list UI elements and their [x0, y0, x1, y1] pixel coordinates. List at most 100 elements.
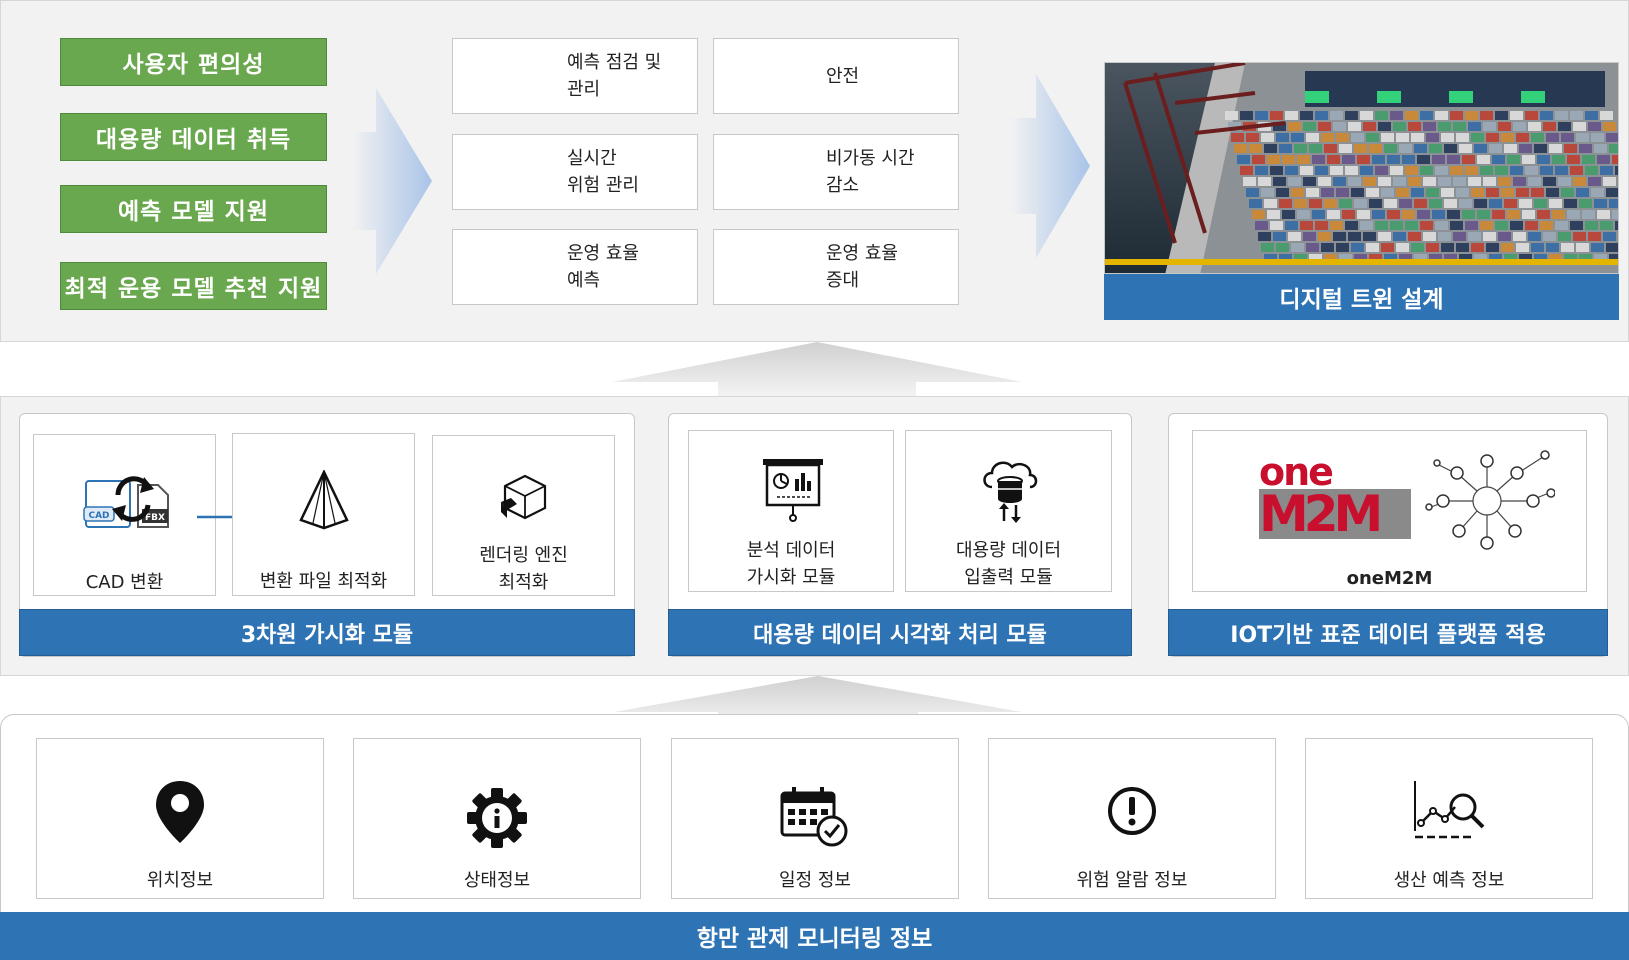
container-block [1510, 221, 1523, 230]
container-block [1366, 188, 1379, 197]
container-block [1552, 210, 1565, 219]
container-block [1348, 232, 1361, 241]
container-block [1255, 111, 1268, 120]
container-block [1285, 221, 1298, 230]
status-info-cell: 상태정보 [353, 738, 641, 899]
container-block [1576, 243, 1589, 252]
file-optimization-cell: 변환 파일 최적화 [232, 433, 415, 596]
container-block [1363, 177, 1376, 186]
container-block [1258, 177, 1271, 186]
container-block [1315, 111, 1328, 120]
schedule-info-cell: 일정 정보 [671, 738, 959, 899]
container-block [1345, 111, 1358, 120]
container-block [1591, 188, 1604, 197]
container-block [1363, 232, 1376, 241]
cloud-database-icon [983, 461, 1038, 523]
container-block [1405, 221, 1418, 230]
schedule-info-label: 일정 정보 [779, 870, 851, 891]
container-block [1336, 243, 1349, 252]
container-block [1288, 177, 1301, 186]
container-block [1549, 199, 1562, 208]
container-block [1588, 232, 1601, 241]
container-block [1582, 210, 1595, 219]
pyramid-mesh-icon [299, 470, 349, 530]
container-block [1432, 210, 1445, 219]
container-block [1303, 122, 1316, 131]
presentation-chart-icon [763, 459, 823, 522]
analysis-visualization-label: 분석 데이터 가시화 모듈 [746, 540, 836, 588]
benefit-realtime-risk: 실시간 위험 관리 [452, 134, 698, 210]
benefit-efficiency-prediction: 운영 효율 예측 [452, 229, 698, 305]
container-block [1270, 166, 1283, 175]
container-block [1387, 155, 1400, 164]
container-block [1294, 199, 1307, 208]
container-block [1573, 122, 1586, 131]
container-block [1354, 144, 1367, 153]
container-block [1252, 210, 1265, 219]
container-block [1528, 122, 1541, 131]
container-block [1417, 155, 1430, 164]
calendar-check-icon [780, 787, 848, 847]
location-info-label: 위치정보 [146, 870, 214, 891]
container-block [1459, 144, 1472, 153]
container-block [1354, 199, 1367, 208]
container-block [1558, 177, 1571, 186]
container-block [1471, 133, 1484, 142]
container-block [1429, 144, 1442, 153]
container-block [1600, 221, 1613, 230]
container-block [1486, 243, 1499, 252]
container-block [1585, 166, 1598, 175]
container-block [1402, 210, 1415, 219]
container-block [1492, 155, 1505, 164]
feature-bulk-data-acquisition: 대용량 데이터 취득 [60, 113, 327, 161]
container-block [1558, 232, 1571, 241]
container-block [1516, 243, 1529, 252]
container-block [1375, 111, 1388, 120]
container-block [1351, 188, 1364, 197]
container-block [1357, 155, 1370, 164]
container-block [1513, 232, 1526, 241]
container-block [1435, 166, 1448, 175]
container-block [1414, 199, 1427, 208]
container-block [1489, 199, 1502, 208]
location-info-cell: 위치정보 [36, 738, 324, 899]
container-block [1450, 111, 1463, 120]
container-block [1594, 199, 1607, 208]
container-block [1465, 111, 1478, 120]
container-block [1609, 199, 1618, 208]
container-block [1432, 155, 1445, 164]
container-block [1309, 199, 1322, 208]
onem2m-logo: one M2M [1259, 453, 1411, 549]
flow-arrow-right-icon [352, 88, 432, 274]
container-block [1483, 122, 1496, 131]
gear-info-icon [467, 788, 527, 848]
container-block [1381, 243, 1394, 252]
container-block [1606, 133, 1618, 142]
container-block [1393, 122, 1406, 131]
container-block [1240, 111, 1253, 120]
container-block [1408, 232, 1421, 241]
container-block [1237, 155, 1250, 164]
container-block [1573, 232, 1586, 241]
bigdata-io-label: 대용량 데이터 입출력 모듈 [955, 540, 1062, 588]
container-block [1477, 210, 1490, 219]
container-block [1297, 155, 1310, 164]
digital-twin-title: 디지털 트윈 설계 [1104, 274, 1619, 320]
container-block [1501, 133, 1514, 142]
container-block [1378, 177, 1391, 186]
container-block [1588, 122, 1601, 131]
container-block [1441, 133, 1454, 142]
container-block [1255, 166, 1268, 175]
container-block [1336, 133, 1349, 142]
container-block [1606, 188, 1618, 197]
container-block [1249, 144, 1262, 153]
container-block [1366, 133, 1379, 142]
container-block [1333, 177, 1346, 186]
svg-text:CAD: CAD [88, 511, 109, 521]
bigdata-io-cell: 대용량 데이터 입출력 모듈 [905, 430, 1112, 592]
container-block [1612, 210, 1618, 219]
container-block [1234, 144, 1247, 153]
container-block [1267, 210, 1280, 219]
container-block [1600, 166, 1613, 175]
container-block [1321, 133, 1334, 142]
